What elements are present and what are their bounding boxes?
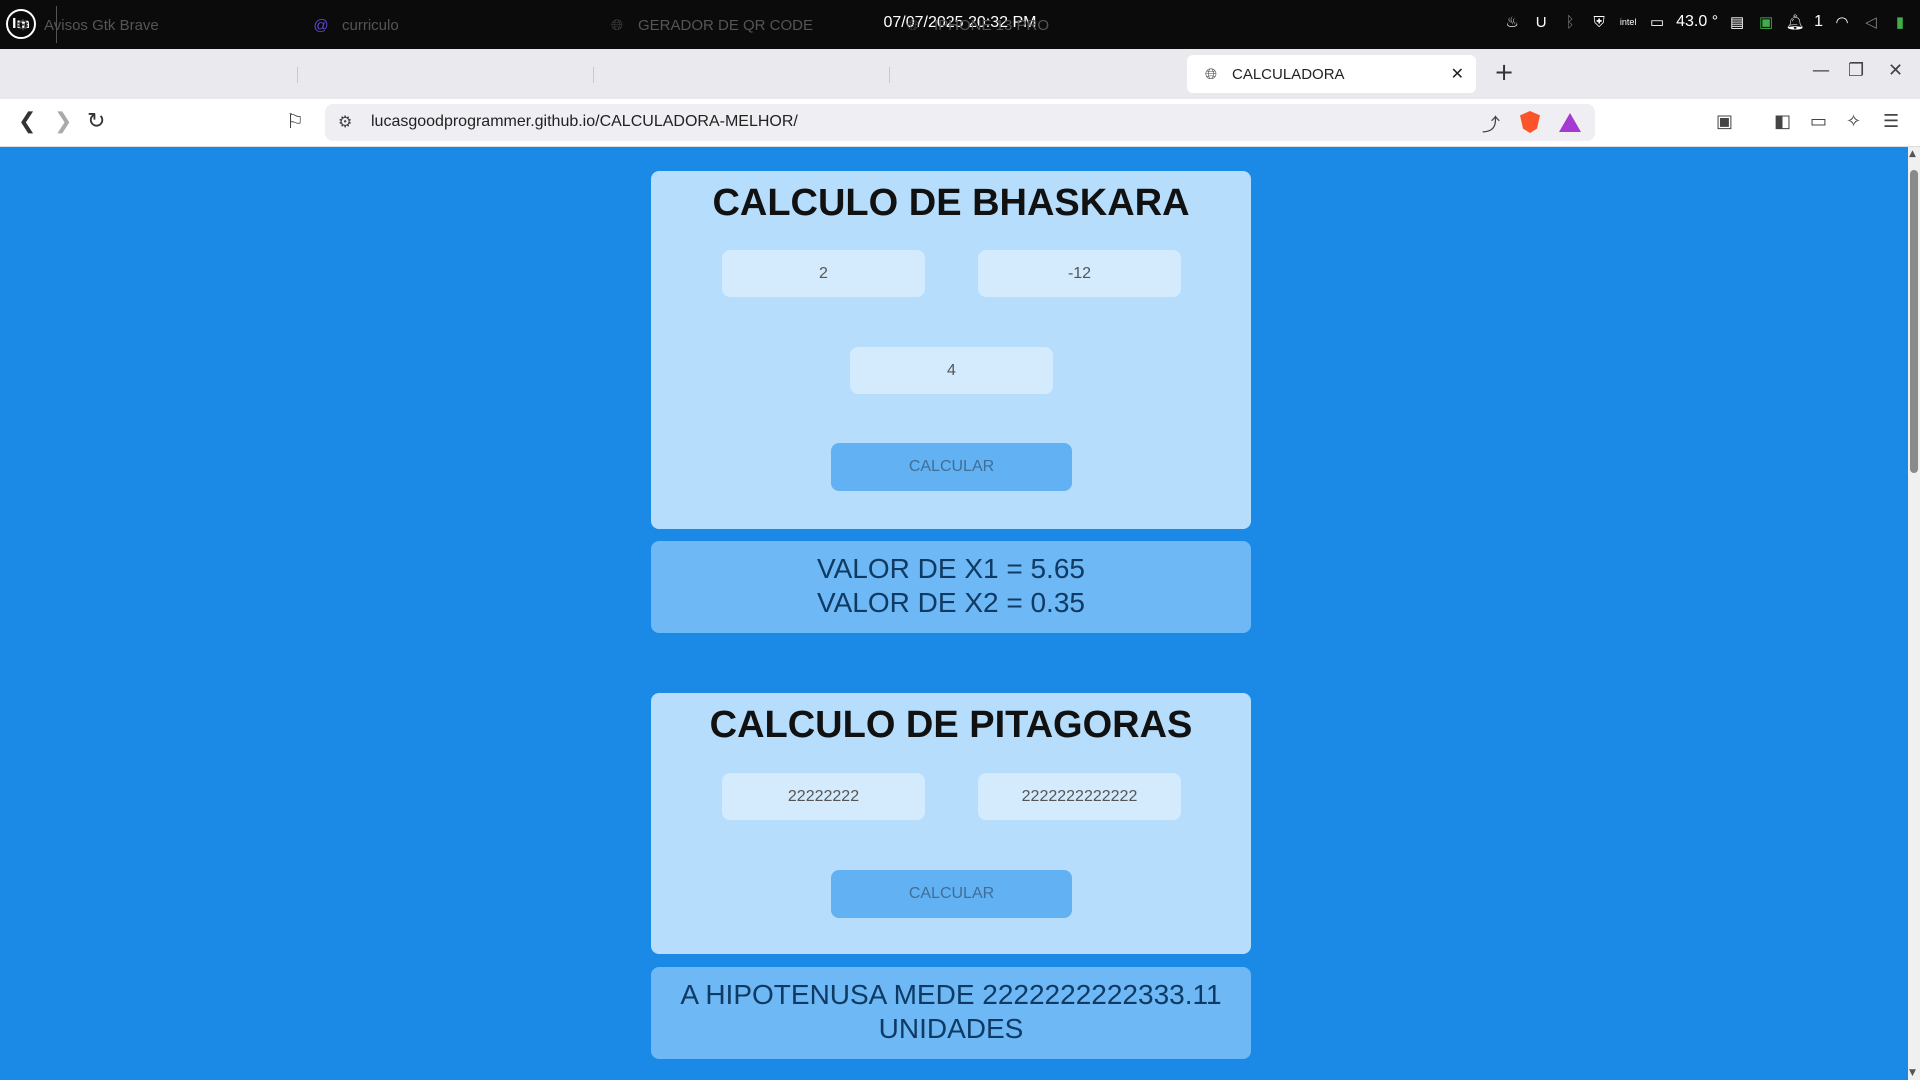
result-x1: VALOR DE X1 = 5.65 [817, 553, 1085, 584]
leo-ai-icon[interactable]: ✧ [1846, 111, 1861, 132]
globe-icon: 🌐︎ [906, 16, 919, 34]
temperature-readout[interactable]: 43.0 ° [1676, 13, 1718, 31]
tab-iphone-13-pro[interactable]: 🌐︎ IPHONE 13 PRO [904, 6, 1184, 44]
shield-icon[interactable]: ⛨ [1589, 12, 1609, 32]
page-scrollbar[interactable]: ▲ ▼ [1908, 147, 1920, 1080]
page-content: CALCULO DE BHASKARA 2 -12 4 CALCULAR VAL… [0, 147, 1908, 1080]
pitagoras-title: CALCULO DE PITAGORAS [709, 704, 1193, 746]
tab-curriculo[interactable]: @ curriculo [312, 6, 592, 44]
brave-rewards-icon[interactable] [1559, 113, 1581, 132]
volume-muted-icon[interactable]: ◁ [1861, 12, 1881, 32]
clipboard-icon[interactable]: ▤ [1727, 12, 1747, 32]
tab-calculadora[interactable]: 🌐︎ CALCULADORA ✕ [1187, 55, 1476, 93]
bookmark-icon[interactable]: ⚐ [286, 109, 304, 133]
update-manager-icon[interactable]: ▣ [1756, 12, 1776, 32]
sidebar-icon[interactable]: ◧ [1774, 111, 1791, 132]
bhaskara-result: VALOR DE X1 = 5.65 VALOR DE X2 = 0.35 [651, 541, 1251, 633]
brave-shields-icon[interactable] [1520, 111, 1540, 133]
tab-title: CALCULADORA [1232, 65, 1345, 83]
new-tab-button[interactable]: + [1494, 58, 1514, 86]
at-sign-icon: @ [313, 16, 329, 34]
browser-toolbar: ❮ ❯ ↻ ⚐ ⚙ lucasgoodprogrammer.github.io/… [0, 99, 1920, 147]
close-tab-icon[interactable]: ✕ [1451, 64, 1464, 84]
hypotenuse-line-2: UNIDADES [878, 1013, 1024, 1044]
wallet-icon[interactable]: ▭ [1810, 111, 1827, 132]
close-window-icon[interactable]: ✕ [1888, 60, 1903, 81]
globe-icon: 🌐︎ [1204, 65, 1217, 83]
bluetooth-icon[interactable]: ᛒ [1560, 12, 1580, 32]
wifi-icon[interactable]: ◠ [1832, 12, 1852, 32]
reader-mode-icon[interactable]: ▣ [1716, 111, 1733, 132]
tab-bar [0, 49, 1920, 99]
display-icon[interactable]: ▭ [1647, 12, 1667, 32]
notifications-icon[interactable]: 🔔︎ [1785, 12, 1805, 32]
tab-title: IPHONE 13 PRO [934, 16, 1050, 34]
reload-icon[interactable]: ↻ [87, 109, 105, 134]
bhaskara-input-c[interactable]: 4 [850, 347, 1053, 394]
battery-icon[interactable]: ▮ [1890, 12, 1910, 32]
notification-count: 1 [1814, 13, 1823, 30]
forward-icon[interactable]: ❯ [54, 109, 72, 134]
menu-icon[interactable]: ☰ [1883, 111, 1899, 132]
restore-icon[interactable]: ❐ [1848, 60, 1864, 81]
back-icon[interactable]: ❮ [18, 109, 36, 134]
pitagoras-card: CALCULO DE PITAGORAS 22222222 2222222222… [651, 693, 1251, 954]
address-bar[interactable]: ⚙ lucasgoodprogrammer.github.io/CALCULAD… [325, 104, 1595, 141]
tab-title: GERADOR DE QR CODE [638, 16, 814, 34]
steam-icon[interactable]: ♨ [1502, 12, 1522, 32]
share-icon[interactable]: ⤴ [1482, 111, 1500, 137]
system-tray: ♨ U ᛒ ⛨ intel ▭ 43.0 ° ▤ ▣ 🔔︎ 1 ◠ ◁ ▮ [1502, 12, 1910, 32]
hypotenuse-line-1: A HIPOTENUSA MEDE 2222222222333.11 [680, 979, 1222, 1010]
brave-settings-icon: ⚙ [16, 17, 30, 34]
pitagoras-calcular-button[interactable]: CALCULAR [831, 870, 1072, 918]
intel-icon[interactable]: intel [1618, 12, 1638, 32]
scrollbar-thumb[interactable] [1910, 170, 1918, 473]
bhaskara-input-b[interactable]: -12 [978, 250, 1181, 297]
tab-separator [889, 67, 890, 83]
tab-separator [297, 67, 298, 83]
tab-title: curriculo [342, 16, 399, 34]
scroll-down-icon[interactable]: ▼ [1909, 1068, 1916, 1078]
bhaskara-title: CALCULO DE BHASKARA [712, 182, 1190, 224]
tab-avisos-gtk-brave[interactable]: ⚙ Avisos Gtk Brave [14, 6, 294, 44]
bhaskara-calcular-button[interactable]: CALCULAR [831, 443, 1072, 491]
tab-title: Avisos Gtk Brave [44, 16, 159, 34]
tab-separator [593, 67, 594, 83]
pitagoras-input-a[interactable]: 22222222 [722, 773, 925, 820]
scroll-up-icon[interactable]: ▲ [1909, 149, 1916, 159]
pitagoras-result: A HIPOTENUSA MEDE 2222222222333.11 UNIDA… [651, 967, 1251, 1059]
globe-icon: 🌐︎ [610, 16, 623, 34]
minimize-icon[interactable]: — [1812, 60, 1830, 81]
tab-gerador-qr-code[interactable]: 🌐︎ GERADOR DE QR CODE [608, 6, 888, 44]
site-settings-icon[interactable]: ⚙ [338, 112, 352, 131]
bhaskara-card: CALCULO DE BHASKARA 2 -12 4 CALCULAR [651, 171, 1251, 529]
result-x2: VALOR DE X2 = 0.35 [817, 587, 1085, 618]
url-text[interactable]: lucasgoodprogrammer.github.io/CALCULADOR… [371, 113, 798, 131]
u-app-icon[interactable]: U [1531, 12, 1551, 32]
pitagoras-input-b[interactable]: 2222222222222 [978, 773, 1181, 820]
bhaskara-input-a[interactable]: 2 [722, 250, 925, 297]
